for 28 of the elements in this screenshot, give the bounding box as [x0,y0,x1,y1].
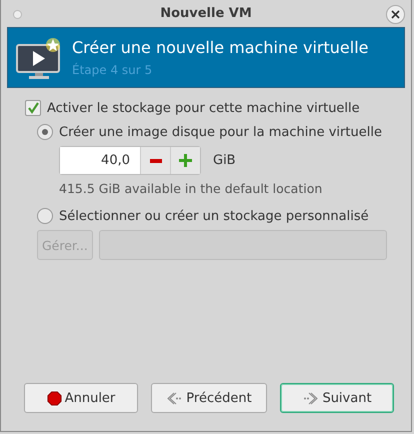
available-space-note: 415.5 GiB available in the default location [59,181,324,196]
banner-title: Créer une nouvelle machine virtuelle [72,38,368,57]
close-button[interactable] [386,5,405,24]
step-indicator: Étape 4 sur 5 [72,63,154,77]
size-value: 40,0 [60,147,140,174]
forward-arrow-icon [302,392,320,404]
window-menu-icon[interactable] [13,10,22,19]
decrease-button[interactable] [140,147,170,174]
radio-button[interactable] [37,208,53,224]
stop-icon [46,390,62,406]
radio-button[interactable] [37,124,53,140]
next-button[interactable]: Suivant [280,383,394,413]
back-arrow-icon [166,392,184,404]
minus-icon [150,158,162,162]
size-spinbox[interactable]: 40,0 [59,146,201,175]
close-icon [391,10,400,19]
cancel-button[interactable]: Annuler [24,383,138,413]
option-label[interactable]: Sélectionner ou créer un stockage personnalisé [59,208,369,224]
check-icon [27,102,39,114]
monitor-play-icon [16,36,62,80]
unit-label: GiB [213,153,236,168]
plus-icon [179,154,192,167]
window-title: Nouvelle VM [160,6,252,21]
increase-button[interactable] [170,147,200,174]
back-button[interactable]: Précédent [151,383,267,413]
storage-label[interactable]: Activer le stockage pour cette machine virtuelle [47,100,360,116]
option-label[interactable]: Créer une image disque pour la machine virtuelle [59,124,382,140]
storage-checkbox[interactable] [25,100,41,116]
